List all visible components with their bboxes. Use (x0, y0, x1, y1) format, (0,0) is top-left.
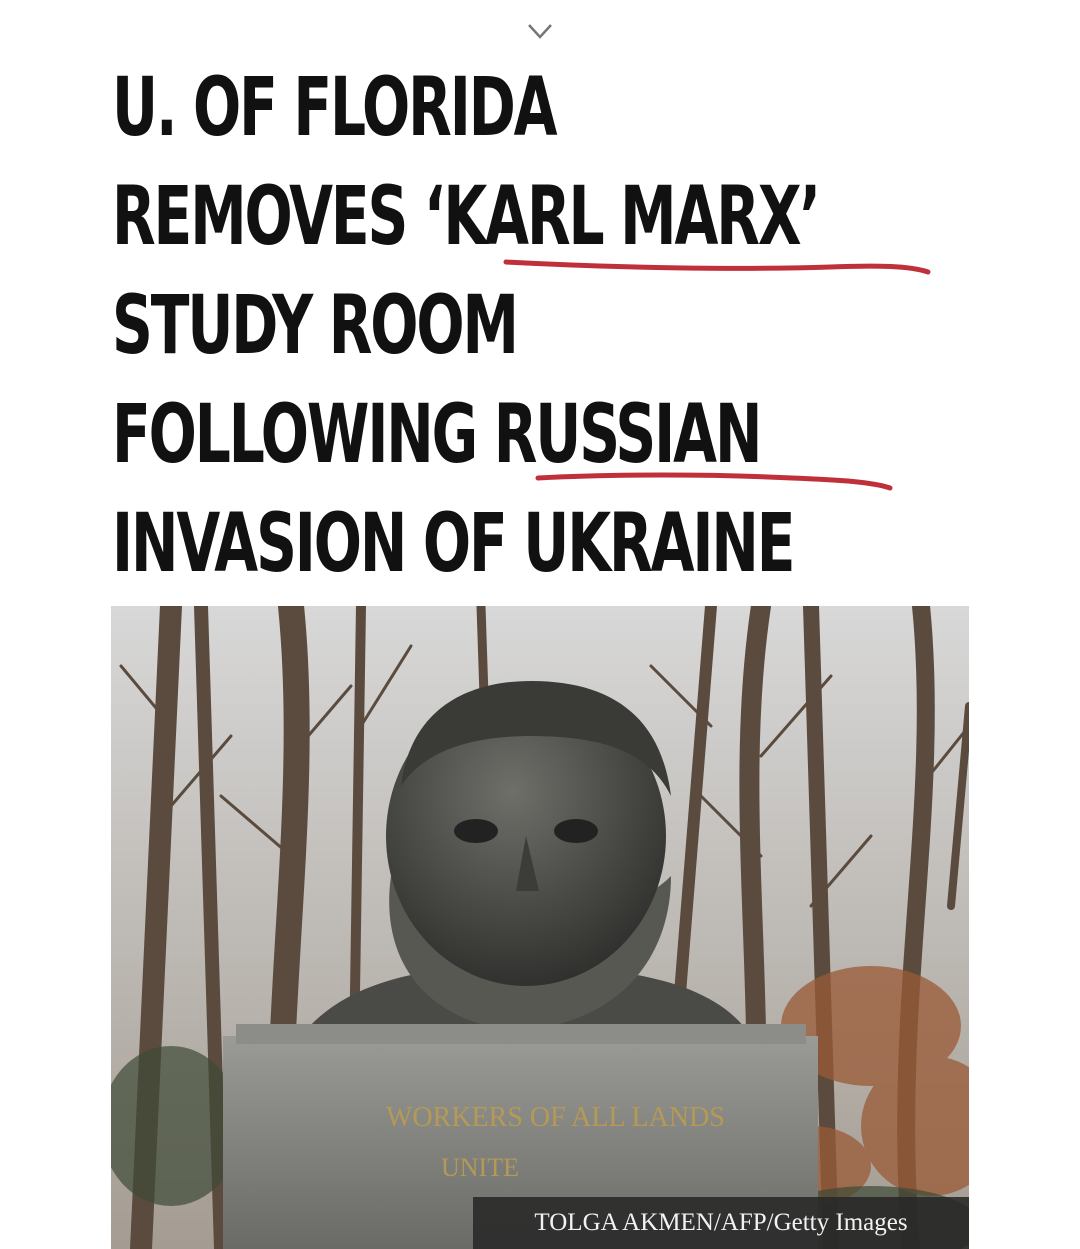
photo-credit: TOLGA AKMEN/AFP/Getty Images (473, 1197, 969, 1249)
chevron-down-icon[interactable] (527, 22, 553, 40)
russian-underline (535, 472, 893, 491)
headline-line: INVASION OF UKRAINE (112, 497, 795, 591)
plinth-inscription-line2: UNITE (441, 1153, 519, 1182)
karl-marx-underline (503, 259, 931, 275)
marx-bust-photo: WORKERS OF ALL LANDS UNITE TOLGA AKMEN/A… (111, 606, 969, 1249)
plinth-inscription-line1: WORKERS OF ALL LANDS (386, 1102, 725, 1133)
headline: U. OF FLORIDA REMOVES ‘KARL MARX’ STUDY … (112, 54, 821, 599)
headline-line: STUDY ROOM (112, 279, 519, 373)
headline-line: U. OF FLORIDA (112, 61, 558, 155)
